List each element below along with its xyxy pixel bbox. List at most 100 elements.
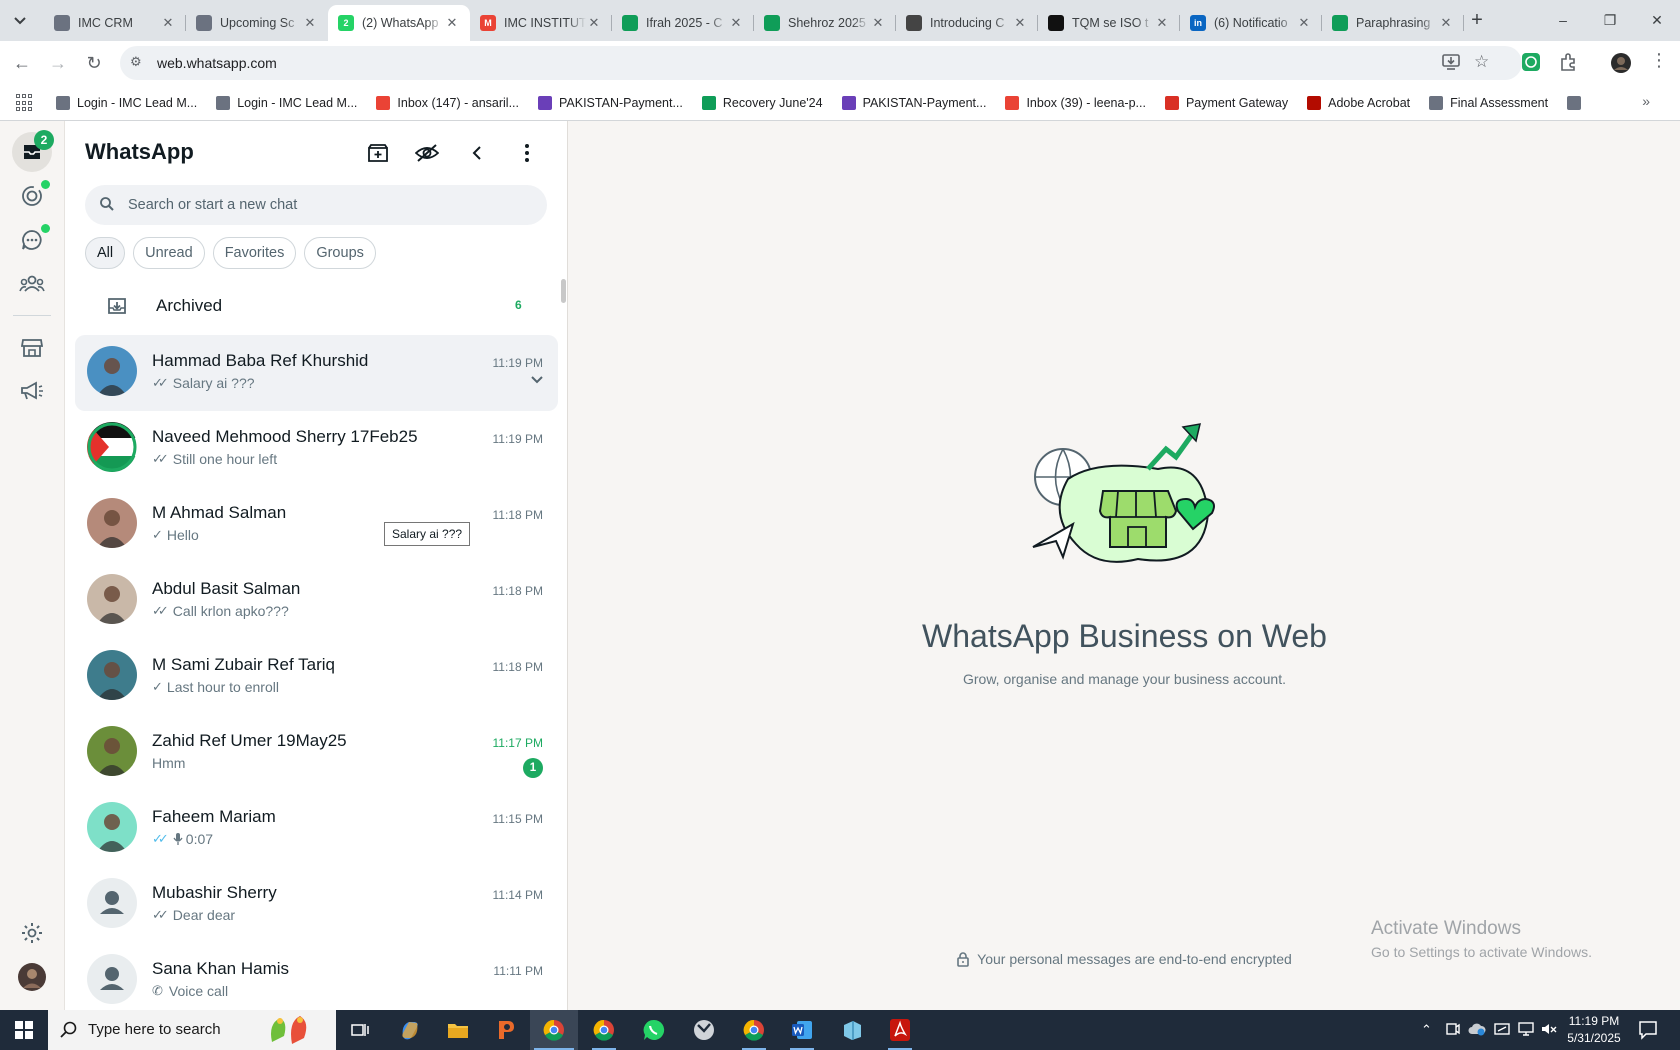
close-tab-icon[interactable]: ✕	[870, 15, 886, 31]
profile-avatar-icon[interactable]	[1611, 53, 1631, 73]
status-nav-button[interactable]	[12, 176, 52, 216]
start-button[interactable]	[0, 1010, 48, 1050]
bookmark-item[interactable]: Login - IMC Lead M...	[216, 96, 357, 110]
chat-list-item[interactable]: Faheem Mariam 11:15 PM ✓✓ 0:07	[75, 791, 558, 867]
reload-icon[interactable]: ↻	[80, 49, 108, 77]
task-view-button[interactable]	[336, 1010, 384, 1050]
bookmark-item[interactable]: PAKISTAN-Payment...	[538, 96, 683, 110]
filter-unread[interactable]: Unread	[133, 237, 205, 269]
bookmark-item[interactable]: Payment Gateway	[1164, 96, 1288, 110]
notepad-taskbar-button[interactable]	[828, 1010, 876, 1050]
browser-tab[interactable]: 2 (2) WhatsApp ✕	[328, 5, 470, 41]
close-window-icon[interactable]: ✕	[1634, 8, 1680, 32]
word-taskbar-button[interactable]	[778, 1010, 826, 1050]
channels-nav-button[interactable]	[12, 220, 52, 260]
chat-list-item[interactable]: M Sami Zubair Ref Tariq 11:18 PM ✓ Last hou…	[75, 639, 558, 715]
close-tab-icon[interactable]: ✕	[1296, 15, 1312, 31]
search-box[interactable]	[85, 185, 547, 225]
storage-icon[interactable]	[1494, 1022, 1510, 1036]
profile-nav-button[interactable]	[12, 957, 52, 997]
bookmark-item[interactable]: Inbox (147) - ansaril...	[376, 96, 519, 110]
address-bar[interactable]: ⚙ web.whatsapp.com ☆	[120, 46, 1522, 80]
chrome-taskbar-button[interactable]	[530, 1010, 578, 1050]
restore-icon[interactable]: ❐	[1587, 8, 1633, 32]
close-tab-icon[interactable]: ✕	[728, 15, 744, 31]
bookmark-item[interactable]: PAKISTAN-Payment...	[841, 96, 986, 110]
collapse-button[interactable]	[459, 135, 495, 171]
acrobat-taskbar-button[interactable]	[876, 1010, 924, 1050]
copilot-button[interactable]	[386, 1010, 434, 1050]
search-input[interactable]	[128, 185, 528, 225]
bookmark-favicon-icon[interactable]	[1567, 96, 1582, 110]
site-info-icon[interactable]: ⚙	[130, 54, 142, 70]
meet-now-icon[interactable]	[1446, 1022, 1460, 1036]
close-tab-icon[interactable]: ✕	[1012, 15, 1028, 31]
extensions-icon[interactable]	[1559, 53, 1579, 73]
avatar[interactable]	[87, 802, 137, 852]
filter-groups[interactable]: Groups	[304, 237, 376, 269]
browser-tab[interactable]: Paraphrasing ✕	[1322, 5, 1464, 41]
taskbar-search[interactable]: Type here to search	[48, 1010, 336, 1050]
whatsapp-taskbar-button[interactable]	[630, 1010, 678, 1050]
chats-nav-button[interactable]: 2	[12, 130, 54, 172]
app-button-orange[interactable]	[482, 1010, 530, 1050]
onedrive-icon[interactable]	[1468, 1022, 1486, 1036]
tab-search-icon[interactable]	[8, 9, 32, 33]
close-tab-icon[interactable]: ✕	[302, 15, 318, 31]
close-tab-icon[interactable]: ✕	[586, 15, 602, 31]
chat-list-item[interactable]: Sana Khan Hamis 11:11 PM ✆ Voice call	[75, 943, 558, 1010]
chat-list-item[interactable]: Naveed Mehmood Sherry 17Feb25 11:19 PM ✓✓ S…	[75, 411, 558, 487]
file-explorer-button[interactable]	[434, 1010, 482, 1050]
clock-app-button[interactable]	[680, 1010, 728, 1050]
bookmark-item[interactable]: Login - IMC Lead M...	[56, 96, 197, 110]
chrome-taskbar-button-2[interactable]	[580, 1010, 628, 1050]
new-tab-button[interactable]: +	[1465, 9, 1489, 31]
close-tab-icon[interactable]: ✕	[160, 15, 176, 31]
browser-tab[interactable]: IMC CRM ✕	[44, 5, 186, 41]
chat-list-item[interactable]: Mubashir Sherry 11:14 PM ✓✓ Dear dear	[75, 867, 558, 943]
close-tab-icon[interactable]: ✕	[444, 15, 460, 31]
catalog-nav-button[interactable]	[12, 328, 52, 368]
back-icon[interactable]: ←	[8, 49, 36, 77]
network-icon[interactable]	[1518, 1022, 1534, 1036]
tray-chevron-icon[interactable]: ⌃	[1421, 1022, 1432, 1038]
chat-list-item[interactable]: M Ahmad Salman 11:18 PM ✓ Hello	[75, 487, 558, 563]
advertise-nav-button[interactable]	[12, 371, 52, 411]
bookmark-item[interactable]: Final Assessment	[1429, 96, 1548, 110]
avatar[interactable]	[87, 726, 137, 776]
minimize-icon[interactable]: –	[1540, 8, 1586, 32]
browser-tab[interactable]: Ifrah 2025 - C ✕	[612, 5, 754, 41]
avatar[interactable]	[87, 346, 137, 396]
bookmark-item[interactable]: Adobe Acrobat	[1307, 96, 1410, 110]
browser-tab[interactable]: Shehroz 2025 ✕	[754, 5, 896, 41]
communities-nav-button[interactable]	[12, 264, 52, 304]
system-clock[interactable]: 11:19 PM 5/31/2025	[1554, 1013, 1634, 1047]
chat-list-item[interactable]: Zahid Ref Umer 19May25 11:17 PM Hmm 1	[75, 715, 558, 791]
filter-favorites[interactable]: Favorites	[212, 237, 297, 269]
bookmark-item[interactable]: Recovery June'24	[701, 96, 823, 110]
archived-row[interactable]: Archived 6	[65, 281, 567, 331]
more-bookmarks-icon[interactable]: »	[1642, 93, 1650, 109]
apps-grid-icon[interactable]	[16, 94, 34, 112]
menu-button[interactable]	[509, 135, 545, 171]
new-chat-button[interactable]	[360, 135, 396, 171]
avatar[interactable]	[87, 650, 137, 700]
hide-button[interactable]	[409, 135, 445, 171]
settings-nav-button[interactable]	[12, 913, 52, 953]
install-app-icon[interactable]	[1442, 54, 1460, 74]
avatar[interactable]	[87, 574, 137, 624]
chat-list-scrollbar[interactable]	[561, 279, 566, 303]
chat-list-item[interactable]: Hammad Baba Ref Khurshid 11:19 PM ✓✓ Salary…	[75, 335, 558, 411]
filter-all[interactable]: All	[85, 237, 126, 269]
chrome-taskbar-button-3[interactable]	[730, 1010, 778, 1050]
notification-center-icon[interactable]	[1638, 1020, 1658, 1040]
bookmark-item[interactable]: Inbox (39) - leena-p...	[1005, 96, 1146, 110]
chat-list-item[interactable]: Abdul Basit Salman 11:18 PM ✓✓ Call krlon a…	[75, 563, 558, 639]
avatar[interactable]	[87, 878, 137, 928]
browser-tab[interactable]: Upcoming Sc ✕	[186, 5, 328, 41]
close-tab-icon[interactable]: ✕	[1154, 15, 1170, 31]
bookmark-star-icon[interactable]: ☆	[1474, 52, 1489, 72]
browser-tab[interactable]: Introducing C ✕	[896, 5, 1038, 41]
chevron-down-icon[interactable]	[530, 375, 544, 385]
close-tab-icon[interactable]: ✕	[1438, 15, 1454, 31]
